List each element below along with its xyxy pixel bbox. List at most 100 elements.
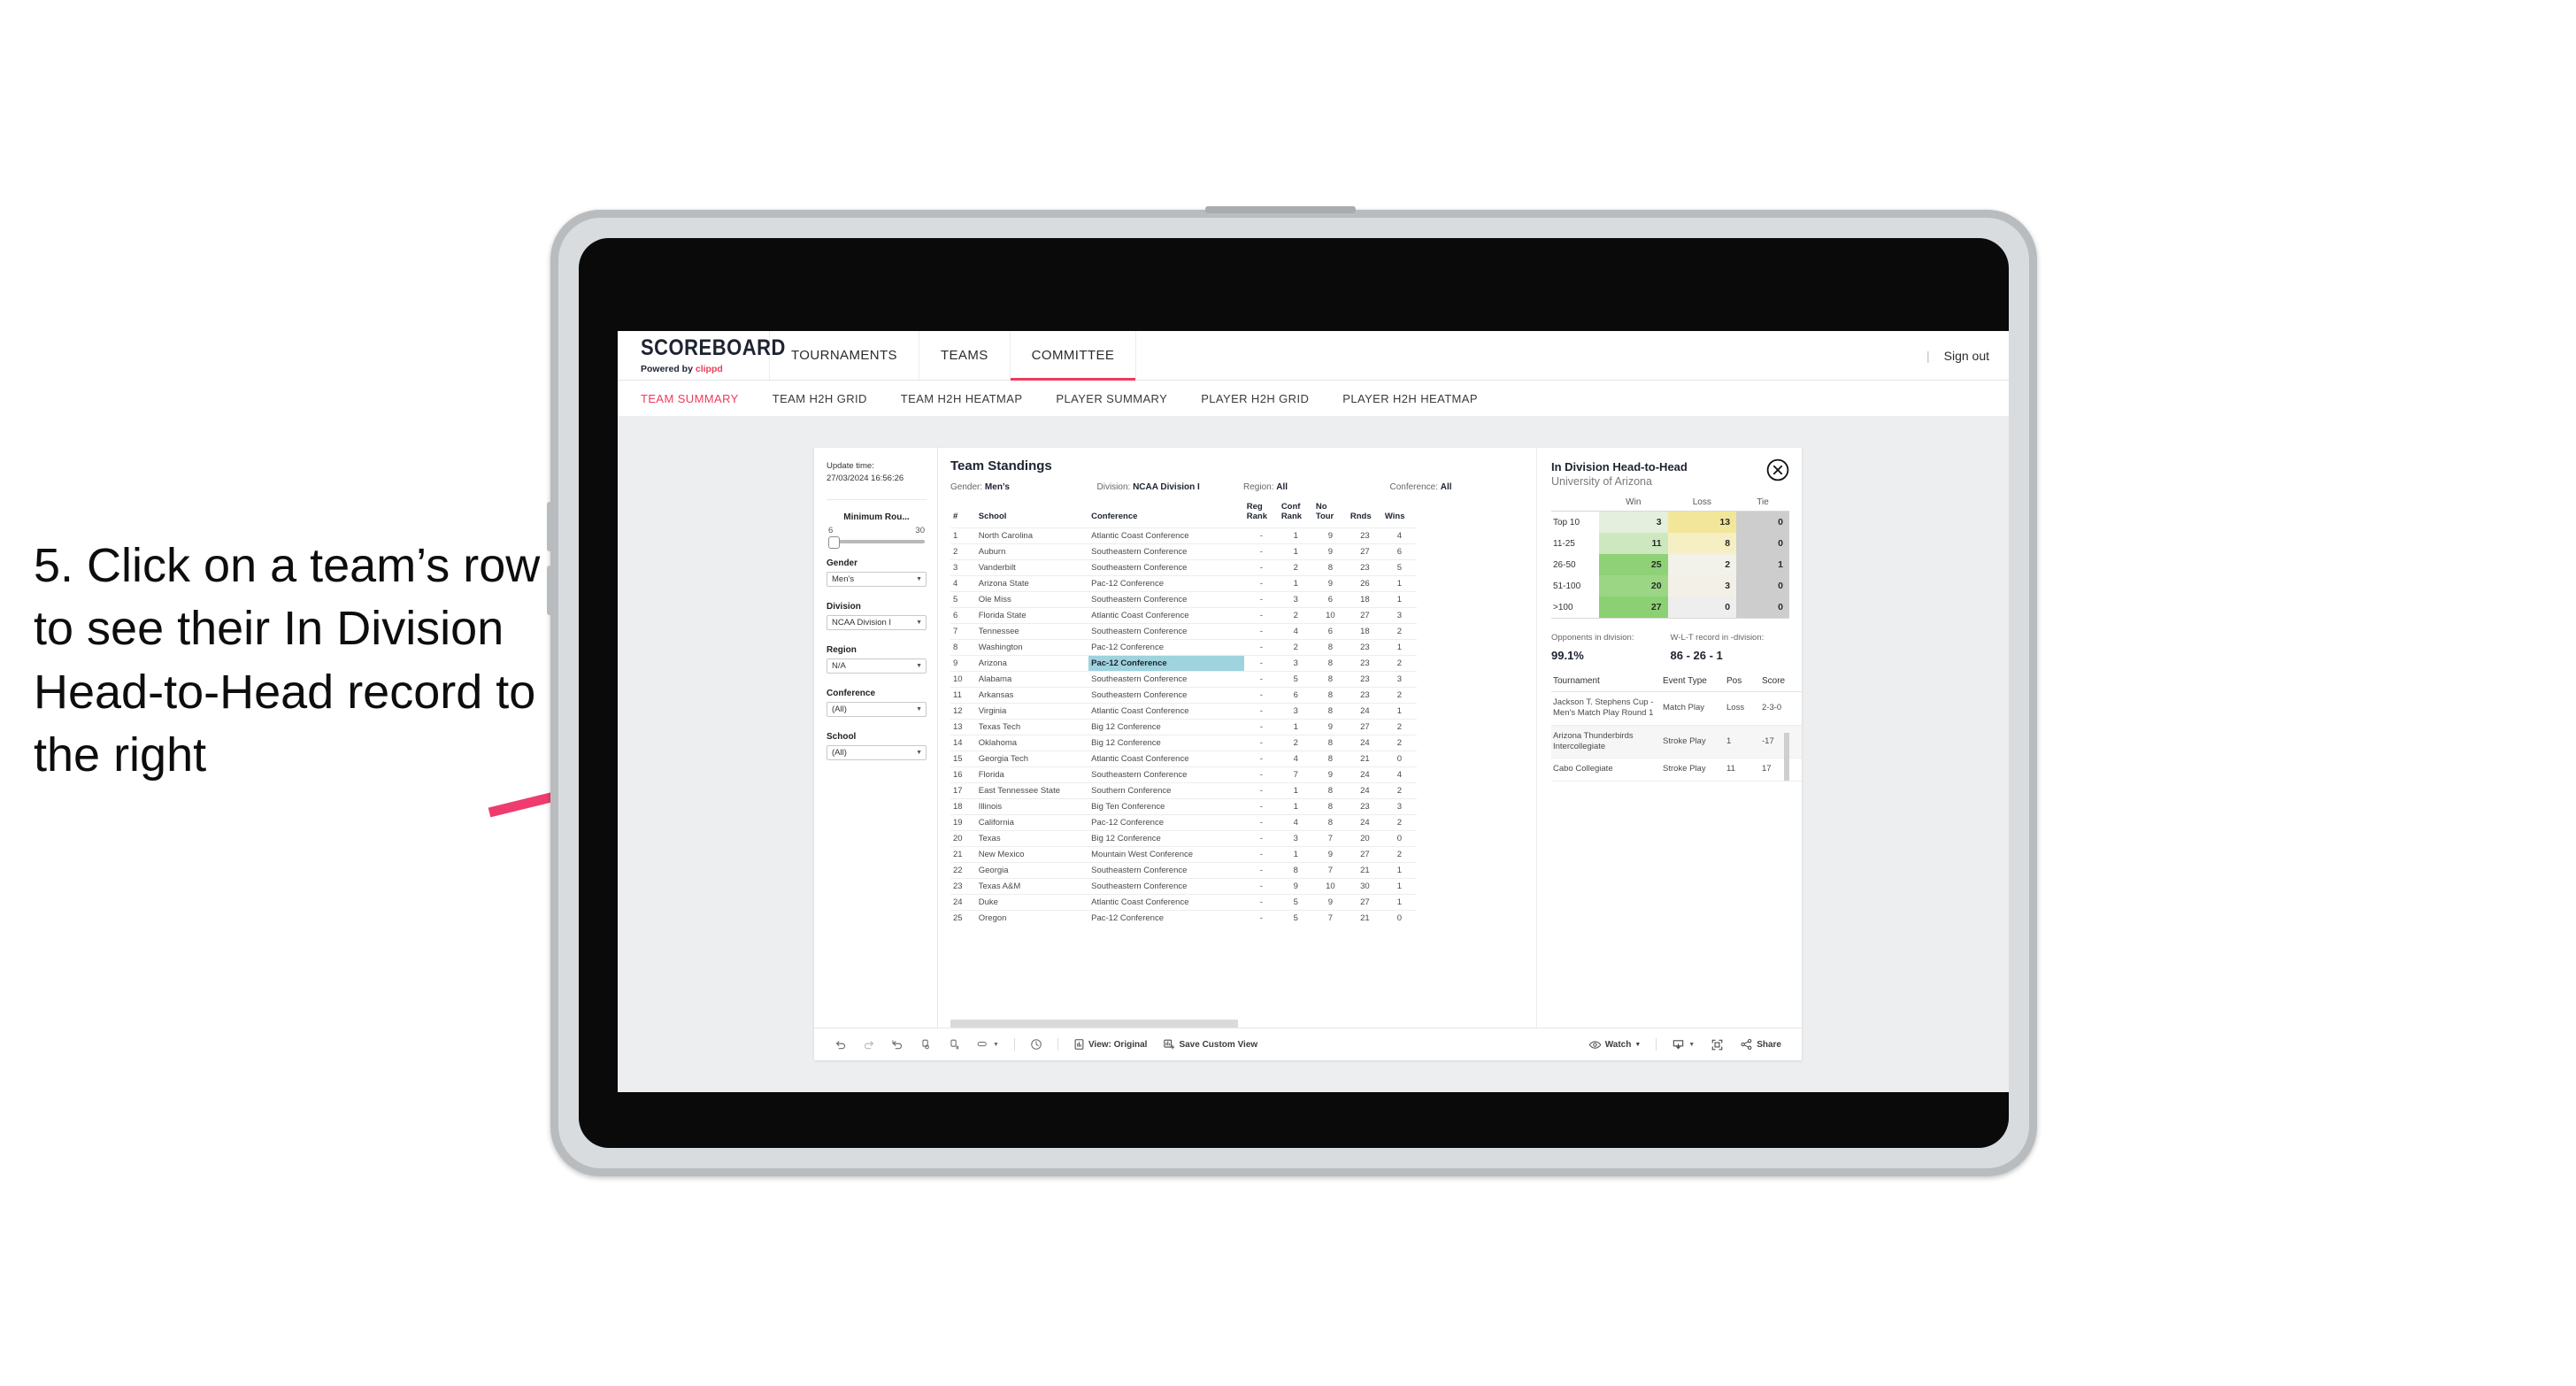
table-row[interactable]: 5 Ole Miss Southeastern Conference -3 6 18 1 — [950, 590, 1417, 608]
summary-region-value: All — [1276, 482, 1288, 492]
col-rank[interactable]: # — [950, 503, 976, 527]
table-row[interactable]: 9 Arizona Pac-12 Conference -3 8 23 2 — [950, 654, 1417, 672]
share-button[interactable]: Share — [1732, 1038, 1789, 1051]
cell-wins: 1 — [1381, 638, 1417, 656]
workspace: Update time: 27/03/2024 16:56:26 Minimum… — [618, 416, 2009, 1092]
watch-button[interactable]: Watch ▼ — [1580, 1039, 1649, 1051]
table-row[interactable]: 23 Texas A&M Southeastern Conference -9 10 30… — [950, 877, 1417, 895]
tab-team-h2h-grid[interactable]: TEAM H2H GRID — [773, 392, 867, 405]
col-no-tour[interactable]: No Tour — [1313, 503, 1348, 527]
view-original-button[interactable]: View: Original — [1065, 1038, 1156, 1051]
revert-icon[interactable] — [883, 1038, 911, 1051]
table-row[interactable]: 19 California Pac-12 Conference -4 8 24 2 — [950, 813, 1417, 831]
cell-rank: 16 — [950, 766, 976, 783]
filter-conference-label: Conference — [827, 688, 876, 698]
events-scrollbar[interactable] — [1784, 733, 1789, 781]
cell-conference: Pac-12 Conference — [1088, 638, 1244, 656]
download-button[interactable]: ▼ — [1664, 1038, 1703, 1051]
table-row[interactable]: 20 Texas Big 12 Conference -3 7 20 0 — [950, 829, 1417, 847]
filter-conference-select[interactable]: (All) ▼ — [827, 701, 927, 717]
redo-icon[interactable] — [855, 1038, 883, 1051]
table-row[interactable]: 25 Oregon Pac-12 Conference -5 7 21 0 — [950, 909, 1417, 926]
table-row[interactable]: 10 Alabama Southeastern Conference -5 8 23 3 — [950, 670, 1417, 688]
col-tournament[interactable]: Tournament — [1551, 676, 1661, 692]
cell-no-tour: 10 — [1312, 877, 1348, 895]
sign-out-area: | Sign out — [1926, 331, 2009, 380]
cell-rank: 10 — [950, 670, 976, 688]
col-reg-rank[interactable]: Reg Rank — [1244, 503, 1279, 527]
tab-player-summary[interactable]: PLAYER SUMMARY — [1056, 392, 1167, 405]
close-circle-icon[interactable] — [1766, 458, 1789, 481]
refresh-data-icon[interactable] — [911, 1038, 940, 1051]
table-row[interactable]: 7 Tennessee Southeastern Conference -4 6 18 2 — [950, 622, 1417, 640]
filter-region-select[interactable]: N/A ▼ — [827, 658, 927, 674]
sign-out-link[interactable]: Sign out — [1944, 349, 1989, 363]
top-nav-teams[interactable]: TEAMS — [919, 331, 1011, 380]
brand-logo[interactable]: SCOREBOARD Powered by clippd — [618, 331, 785, 380]
table-row[interactable]: 17 East Tennessee State Southern Conferenc… — [950, 782, 1417, 799]
table-row[interactable]: 4 Arizona State Pac-12 Conference -1 9 26 1 — [950, 574, 1417, 592]
cell-rnds: 24 — [1347, 782, 1382, 799]
update-time-value: 27/03/2024 16:56:26 — [827, 473, 904, 483]
h2h-row-label: 51-100 — [1551, 575, 1599, 597]
table-row[interactable]: 16 Florida Southeastern Conference -7 9 24 4 — [950, 766, 1417, 783]
table-row[interactable]: 24 Duke Atlantic Coast Conference -5 9 27 1 — [950, 893, 1417, 911]
col-conference[interactable]: Conference — [1088, 503, 1244, 527]
clock-icon[interactable] — [1022, 1038, 1050, 1051]
chevron-down-icon[interactable]: ▼ — [993, 1042, 999, 1048]
filter-region-label: Region — [827, 644, 857, 655]
col-conf-rank[interactable]: Conf Rank — [1279, 503, 1313, 527]
cell-reg-rank: - — [1243, 813, 1279, 831]
cell-no-tour: 8 — [1312, 702, 1348, 720]
col-score[interactable]: Score — [1760, 676, 1802, 692]
tab-team-h2h-heatmap[interactable]: TEAM H2H HEATMAP — [901, 392, 1023, 405]
horizontal-scrollbar[interactable] — [950, 1020, 1238, 1028]
tab-player-h2h-heatmap[interactable]: PLAYER H2H HEATMAP — [1342, 392, 1478, 405]
top-nav-tournaments[interactable]: TOURNAMENTS — [770, 331, 919, 380]
cell-rnds: 27 — [1347, 606, 1382, 624]
cell-rank: 11 — [950, 686, 976, 704]
table-row[interactable]: Arizona Thunderbirds Intercollegiate Stro… — [1551, 725, 1802, 759]
table-row[interactable]: 8 Washington Pac-12 Conference -2 8 23 1 — [950, 638, 1417, 656]
cell-wins: 2 — [1381, 686, 1417, 704]
cell-rank: 14 — [950, 734, 976, 751]
pause-updates-icon[interactable] — [940, 1038, 968, 1051]
top-nav-committee[interactable]: COMMITTEE — [1010, 331, 1137, 381]
table-row[interactable]: 12 Virginia Atlantic Coast Conference -3 8 24… — [950, 702, 1417, 720]
cell-school: Texas — [975, 829, 1089, 847]
table-row[interactable]: 15 Georgia Tech Atlantic Coast Conference -… — [950, 750, 1417, 767]
save-custom-view-button[interactable]: Save Custom View — [1155, 1038, 1265, 1051]
col-school[interactable]: School — [976, 503, 1088, 527]
table-row[interactable]: 2 Auburn Southeastern Conference -1 9 27 6 — [950, 543, 1417, 560]
slider-track[interactable] — [828, 535, 925, 549]
col-event-type[interactable]: Event Type — [1661, 676, 1725, 692]
col-pos[interactable]: Pos — [1725, 676, 1760, 692]
col-rnds[interactable]: Rnds — [1348, 503, 1382, 527]
fullscreen-button[interactable] — [1703, 1038, 1732, 1051]
table-row[interactable]: 11 Arkansas Southeastern Conference -6 8 23 2 — [950, 686, 1417, 704]
filter-gender-select[interactable]: Men’s ▼ — [827, 571, 927, 587]
table-row[interactable]: Jackson T. Stephens Cup - Men’s Match Pl… — [1551, 691, 1802, 726]
table-row[interactable]: 18 Illinois Big Ten Conference -1 8 23 3 — [950, 797, 1417, 815]
cell-rnds: 23 — [1347, 670, 1382, 688]
table-row[interactable]: 21 New Mexico Mountain West Conference -1 9 2… — [950, 845, 1417, 863]
tab-team-summary[interactable]: TEAM SUMMARY — [641, 392, 739, 405]
h2h-cell-win: 20 — [1599, 575, 1668, 597]
table-row[interactable]: 13 Texas Tech Big 12 Conference -1 9 27 2 — [950, 718, 1417, 735]
slider-handle[interactable] — [828, 535, 840, 549]
table-row[interactable]: Cabo Collegiate Stroke Play 11 17 — [1551, 758, 1802, 782]
table-row[interactable]: 6 Florida State Atlantic Coast Conference -… — [950, 606, 1417, 624]
chevron-down-icon[interactable]: ▼ — [1634, 1042, 1641, 1048]
undo-icon[interactable] — [827, 1038, 855, 1051]
table-row[interactable]: 3 Vanderbilt Southeastern Conference -2 8 23 5 — [950, 558, 1417, 576]
chevron-down-icon[interactable]: ▼ — [1688, 1042, 1695, 1048]
filter-school-select[interactable]: (All) ▼ — [827, 744, 927, 760]
table-row[interactable]: 14 Oklahoma Big 12 Conference -2 8 24 2 — [950, 734, 1417, 751]
filter-division-select[interactable]: NCAA Division I ▼ — [827, 614, 927, 630]
tab-player-h2h-grid[interactable]: PLAYER H2H GRID — [1201, 392, 1309, 405]
cell-no-tour: 9 — [1312, 718, 1348, 735]
col-wins[interactable]: Wins — [1382, 503, 1417, 527]
table-row[interactable]: 22 Georgia Southeastern Conference -8 7 21 1 — [950, 861, 1417, 879]
table-row[interactable]: 1 North Carolina Atlantic Coast Conference… — [950, 527, 1417, 544]
highlight-icon[interactable]: ▼ — [968, 1038, 1007, 1051]
